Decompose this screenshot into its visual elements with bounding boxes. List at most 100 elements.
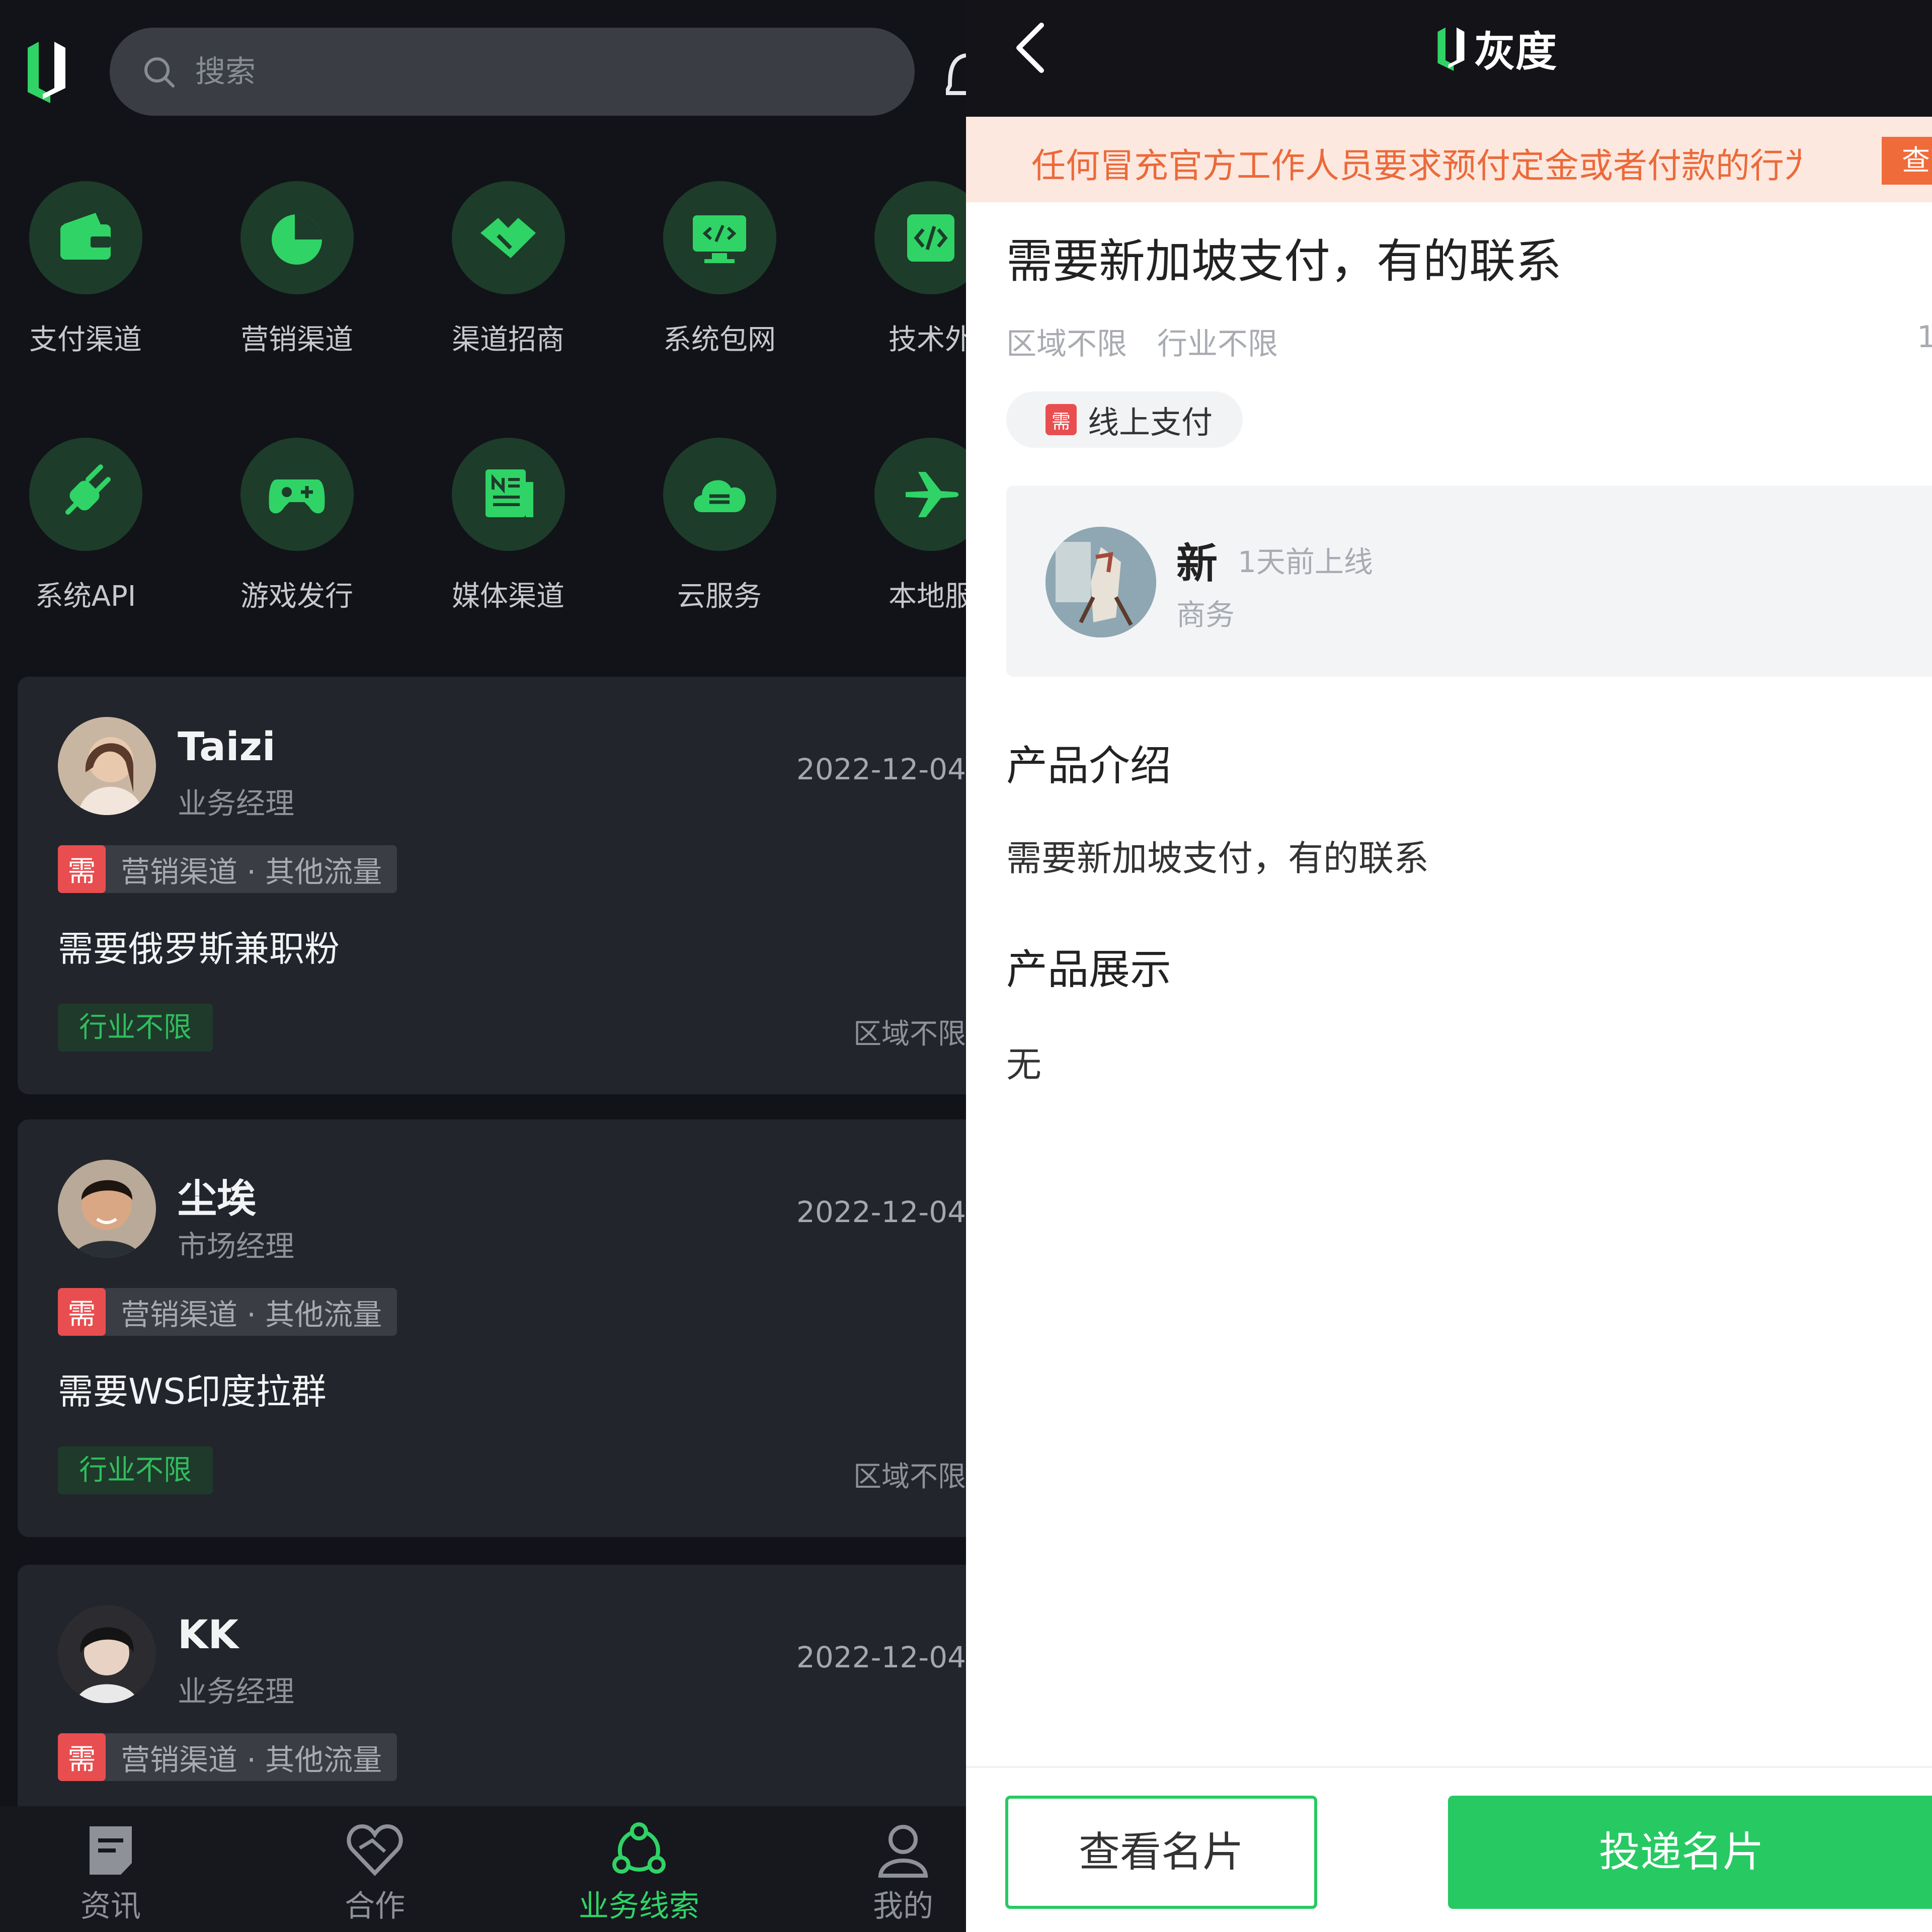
- search-input[interactable]: 搜索: [110, 28, 915, 116]
- showcase-heading: 产品展示: [1006, 946, 1172, 994]
- industry-tag: 行业不限: [58, 1446, 213, 1494]
- avatar: [1045, 527, 1156, 637]
- heart-handshake-icon: [347, 1824, 403, 1876]
- category-tag: 需 营销渠道 · 其他流量: [58, 1733, 397, 1781]
- brand-logo: 灰度: [1434, 23, 1557, 76]
- category-system-api[interactable]: 系统API: [0, 438, 171, 614]
- lead-card[interactable]: Taizi 业务经理 2022-12-04 需 营销渠道 · 其他流量 需要俄罗…: [18, 677, 966, 1094]
- publisher-role: 商务: [1176, 598, 1235, 632]
- category-cloud[interactable]: 云服务: [634, 438, 805, 614]
- lead-card[interactable]: 尘埃 市场经理 2022-12-04 需 营销渠道 · 其他流量 需要WS印度拉…: [18, 1119, 966, 1537]
- need-badge: 需: [58, 1288, 106, 1336]
- category-label: 游戏发行: [240, 580, 353, 613]
- nav-business-leads[interactable]: 业务线索: [564, 1820, 714, 1925]
- code-icon: [907, 214, 954, 262]
- category-system-package[interactable]: 系统包网: [634, 181, 805, 358]
- region-text: 区域不限: [1006, 327, 1127, 362]
- category-media[interactable]: 媒体渠道: [423, 438, 594, 614]
- user-name: 尘埃: [178, 1176, 257, 1222]
- post-date: 2022-12-04: [796, 1195, 966, 1229]
- network-icon: [612, 1822, 666, 1874]
- nav-news[interactable]: 资讯: [35, 1820, 186, 1925]
- person-icon: [878, 1825, 928, 1878]
- app-logo-icon: [28, 42, 65, 103]
- online-status: 1天前上线: [1238, 545, 1373, 579]
- bell-icon[interactable]: [946, 45, 966, 101]
- search-placeholder: 搜索: [195, 54, 256, 90]
- lead-description: 需要WS印度拉群: [58, 1371, 327, 1412]
- action-bar: 查看名片 投递名片: [966, 1766, 1932, 1932]
- notice-view-button[interactable]: 查: [1882, 137, 1932, 185]
- category-marketing[interactable]: 营销渠道: [211, 181, 382, 358]
- publisher-name: 新: [1176, 540, 1218, 588]
- nav-label: 业务线索: [579, 1889, 699, 1924]
- intro-heading: 产品介绍: [1006, 742, 1172, 790]
- nav-label: 合作: [345, 1889, 405, 1924]
- bottom-navigation: 资讯 合作 业务线索 我的: [0, 1806, 966, 1932]
- wallet-icon: [60, 212, 111, 260]
- need-badge: 需: [58, 845, 106, 893]
- category-label: 媒体渠道: [452, 580, 565, 613]
- avatar: [58, 1160, 156, 1258]
- need-badge: 需: [1045, 404, 1077, 435]
- category-label: 云服务: [677, 580, 762, 613]
- category-label: 营销渠道: [240, 324, 353, 356]
- category-label: 渠道招商: [452, 324, 565, 356]
- user-role: 业务经理: [178, 786, 295, 821]
- avatar: [58, 717, 156, 815]
- lead-meta: 区域不限 行业不限: [1006, 319, 1308, 363]
- category-label: 系统包网: [663, 324, 776, 356]
- category-tag: 需 营销渠道 · 其他流量: [58, 1288, 397, 1336]
- cloud-icon: [694, 479, 746, 512]
- newspaper-icon: [486, 469, 533, 517]
- region-text: 区域不限: [853, 1018, 966, 1051]
- category-tech-outsourcing[interactable]: 技术外: [845, 181, 966, 358]
- view-count: 1: [1917, 319, 1932, 355]
- user-role: 市场经理: [178, 1229, 295, 1263]
- lead-description: 需要俄罗斯兼职粉: [58, 928, 340, 970]
- handshake-icon: [480, 217, 536, 258]
- lead-title: 需要新加坡支付，有的联系: [1006, 234, 1562, 288]
- user-role: 业务经理: [178, 1674, 295, 1709]
- category-label: 支付渠道: [29, 324, 142, 356]
- gamepad-icon: [269, 479, 325, 513]
- nav-profile[interactable]: 我的: [828, 1820, 966, 1925]
- nav-cooperate[interactable]: 合作: [299, 1820, 450, 1925]
- send-card-button[interactable]: 投递名片: [1448, 1796, 1932, 1909]
- brand-name: 灰度: [1474, 28, 1557, 76]
- monitor-code-icon: [693, 215, 746, 263]
- showcase-body: 无: [1006, 1044, 1041, 1085]
- intro-body: 需要新加坡支付，有的联系: [1006, 838, 1429, 879]
- news-icon: [90, 1826, 132, 1875]
- search-icon: [144, 57, 175, 88]
- nav-label: 资讯: [80, 1889, 141, 1924]
- category-label: 技术外: [889, 324, 966, 356]
- publisher-card[interactable]: 新 1天前上线 商务: [1006, 486, 1932, 677]
- airplane-icon: [906, 471, 959, 517]
- category-channel-invest[interactable]: 渠道招商: [423, 181, 594, 358]
- nav-label: 我的: [873, 1889, 933, 1924]
- user-name: Taizi: [178, 725, 276, 770]
- category-payment[interactable]: 支付渠道: [0, 181, 171, 358]
- tag-text: 营销渠道 · 其他流量: [121, 1297, 382, 1332]
- top-bar: 搜索: [0, 0, 966, 146]
- business-leads-screen: 搜索 支付渠道 营销渠道 渠道招商 系统包网 技术外 系统API 游戏发行 媒体…: [0, 0, 966, 1932]
- chip-label: 线上支付: [1088, 404, 1213, 441]
- category-label: 系统API: [35, 580, 136, 613]
- tag-text: 营销渠道 · 其他流量: [121, 1742, 382, 1777]
- industry-text: 行业不限: [1157, 327, 1278, 362]
- category-game-publish[interactable]: 游戏发行: [211, 438, 382, 614]
- category-chip: 需 线上支付: [1006, 391, 1243, 448]
- tag-text: 营销渠道 · 其他流量: [121, 854, 382, 889]
- category-label: 本地服: [889, 580, 966, 613]
- fraud-notice-banner: 任何冒充官方工作人员要求预付定金或者付款的行为 查: [966, 117, 1932, 202]
- post-date: 2022-12-04: [796, 752, 966, 786]
- back-arrow-icon[interactable]: [1011, 20, 1052, 75]
- post-date: 2022-12-04: [796, 1640, 966, 1674]
- category-local-service[interactable]: 本地服: [845, 438, 966, 614]
- app-logo-icon: [1437, 27, 1465, 71]
- industry-tag: 行业不限: [58, 1004, 213, 1052]
- region-text: 区域不限: [853, 1461, 966, 1493]
- lead-detail-screen: 灰度 任何冒充官方工作人员要求预付定金或者付款的行为 查 需要新加坡支付，有的联…: [966, 0, 1932, 1932]
- view-card-button[interactable]: 查看名片: [1005, 1796, 1317, 1909]
